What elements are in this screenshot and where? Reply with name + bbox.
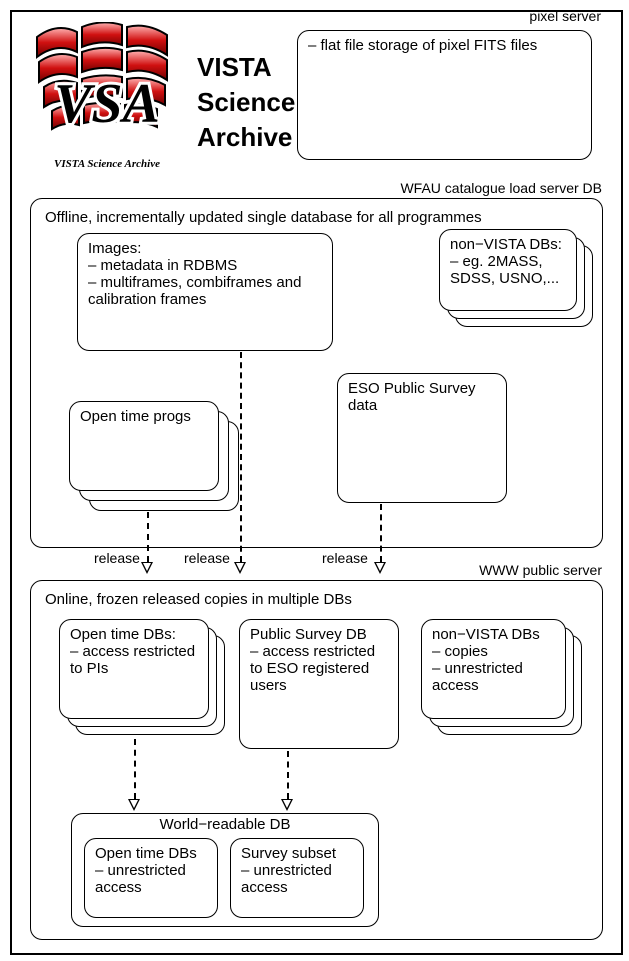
arrow-head-5 <box>281 799 293 811</box>
logo-letters: VSA <box>54 73 160 135</box>
wr-survey-subset-item: unrestricted access <box>241 862 353 896</box>
wr-open-time-box: Open time DBs unrestricted access <box>84 838 218 918</box>
www-nonvista-item-1: copies <box>432 643 555 660</box>
page-title: VISTA Science Archive <box>197 50 295 155</box>
arrow-line-4 <box>134 739 136 799</box>
world-readable-title: World−readable DB <box>82 816 368 833</box>
open-time-dbs-title: Open time DBs: <box>70 626 198 643</box>
release-label-2: release <box>184 550 230 566</box>
wr-survey-subset-title: Survey subset <box>241 845 353 862</box>
pixel-server-label: pixel server <box>529 8 601 24</box>
world-readable-box: World−readable DB Open time DBs unrestri… <box>71 813 379 927</box>
public-survey-title: Public Survey DB <box>250 626 388 643</box>
www-nonvista-box: non−VISTA DBs copies unrestricted access <box>421 619 566 719</box>
open-time-progs-box: Open time progs <box>69 401 219 491</box>
release-label-1: release <box>94 550 140 566</box>
logo-caption: VISTA Science Archive <box>27 158 187 170</box>
title-line-1: VISTA <box>197 50 295 85</box>
public-survey-item-1: access restricted to ESO registered user… <box>250 643 388 694</box>
nonvista-box: non−VISTA DBs: eg. 2MASS, SDSS, USNO,... <box>439 229 577 311</box>
vsa-logo: VSA VISTA Science Archive <box>27 22 187 172</box>
www-description: Online, frozen released copies in multip… <box>45 591 588 608</box>
www-nonvista-title: non−VISTA DBs <box>432 626 555 643</box>
pixel-server-item: flat file storage of pixel FITS files <box>308 37 581 54</box>
title-line-2: Science <box>197 85 295 120</box>
nonvista-item-1: eg. 2MASS, SDSS, USNO,... <box>450 253 566 287</box>
eso-label: ESO Public Survey data <box>348 380 496 414</box>
arrow-head-4 <box>128 799 140 811</box>
wfau-label: WFAU catalogue load server DB <box>312 180 602 196</box>
nonvista-title: non−VISTA DBs: <box>450 236 566 253</box>
www-label: WWW public server <box>392 562 602 578</box>
wr-open-time-title: Open time DBs <box>95 845 207 862</box>
release-label-3: release <box>322 550 368 566</box>
images-box: Images: metadata in RDBMS multiframes, c… <box>77 233 333 351</box>
arrow-head-2 <box>141 562 153 574</box>
wr-survey-subset-box: Survey subset unrestricted access <box>230 838 364 918</box>
open-time-progs-label: Open time progs <box>80 408 208 425</box>
wfau-box: Offline, incrementally updated single da… <box>30 198 603 548</box>
arrow-head-3 <box>374 562 386 574</box>
wr-open-time-item: unrestricted access <box>95 862 207 896</box>
www-box: Online, frozen released copies in multip… <box>30 580 603 940</box>
wfau-description: Offline, incrementally updated single da… <box>45 209 588 226</box>
images-item-1: metadata in RDBMS <box>88 257 322 274</box>
open-time-dbs-item-1: access restricted to PIs <box>70 643 198 677</box>
images-title: Images: <box>88 240 322 257</box>
arrow-head-1 <box>234 562 246 574</box>
diagram-frame: VSA VISTA Science Archive VISTA Science … <box>10 10 623 955</box>
eso-box: ESO Public Survey data <box>337 373 507 503</box>
arrow-line-3 <box>380 504 382 562</box>
public-survey-box: Public Survey DB access restricted to ES… <box>239 619 399 749</box>
arrow-line-2 <box>147 512 149 562</box>
www-nonvista-item-2: unrestricted access <box>432 660 555 694</box>
title-line-3: Archive <box>197 120 295 155</box>
open-time-dbs-box: Open time DBs: access restricted to PIs <box>59 619 209 719</box>
arrow-line-5 <box>287 751 289 799</box>
images-item-2: multiframes, combiframes and calibration… <box>88 274 322 308</box>
arrow-line-1 <box>240 352 242 562</box>
pixel-server-box: flat file storage of pixel FITS files <box>297 30 592 160</box>
